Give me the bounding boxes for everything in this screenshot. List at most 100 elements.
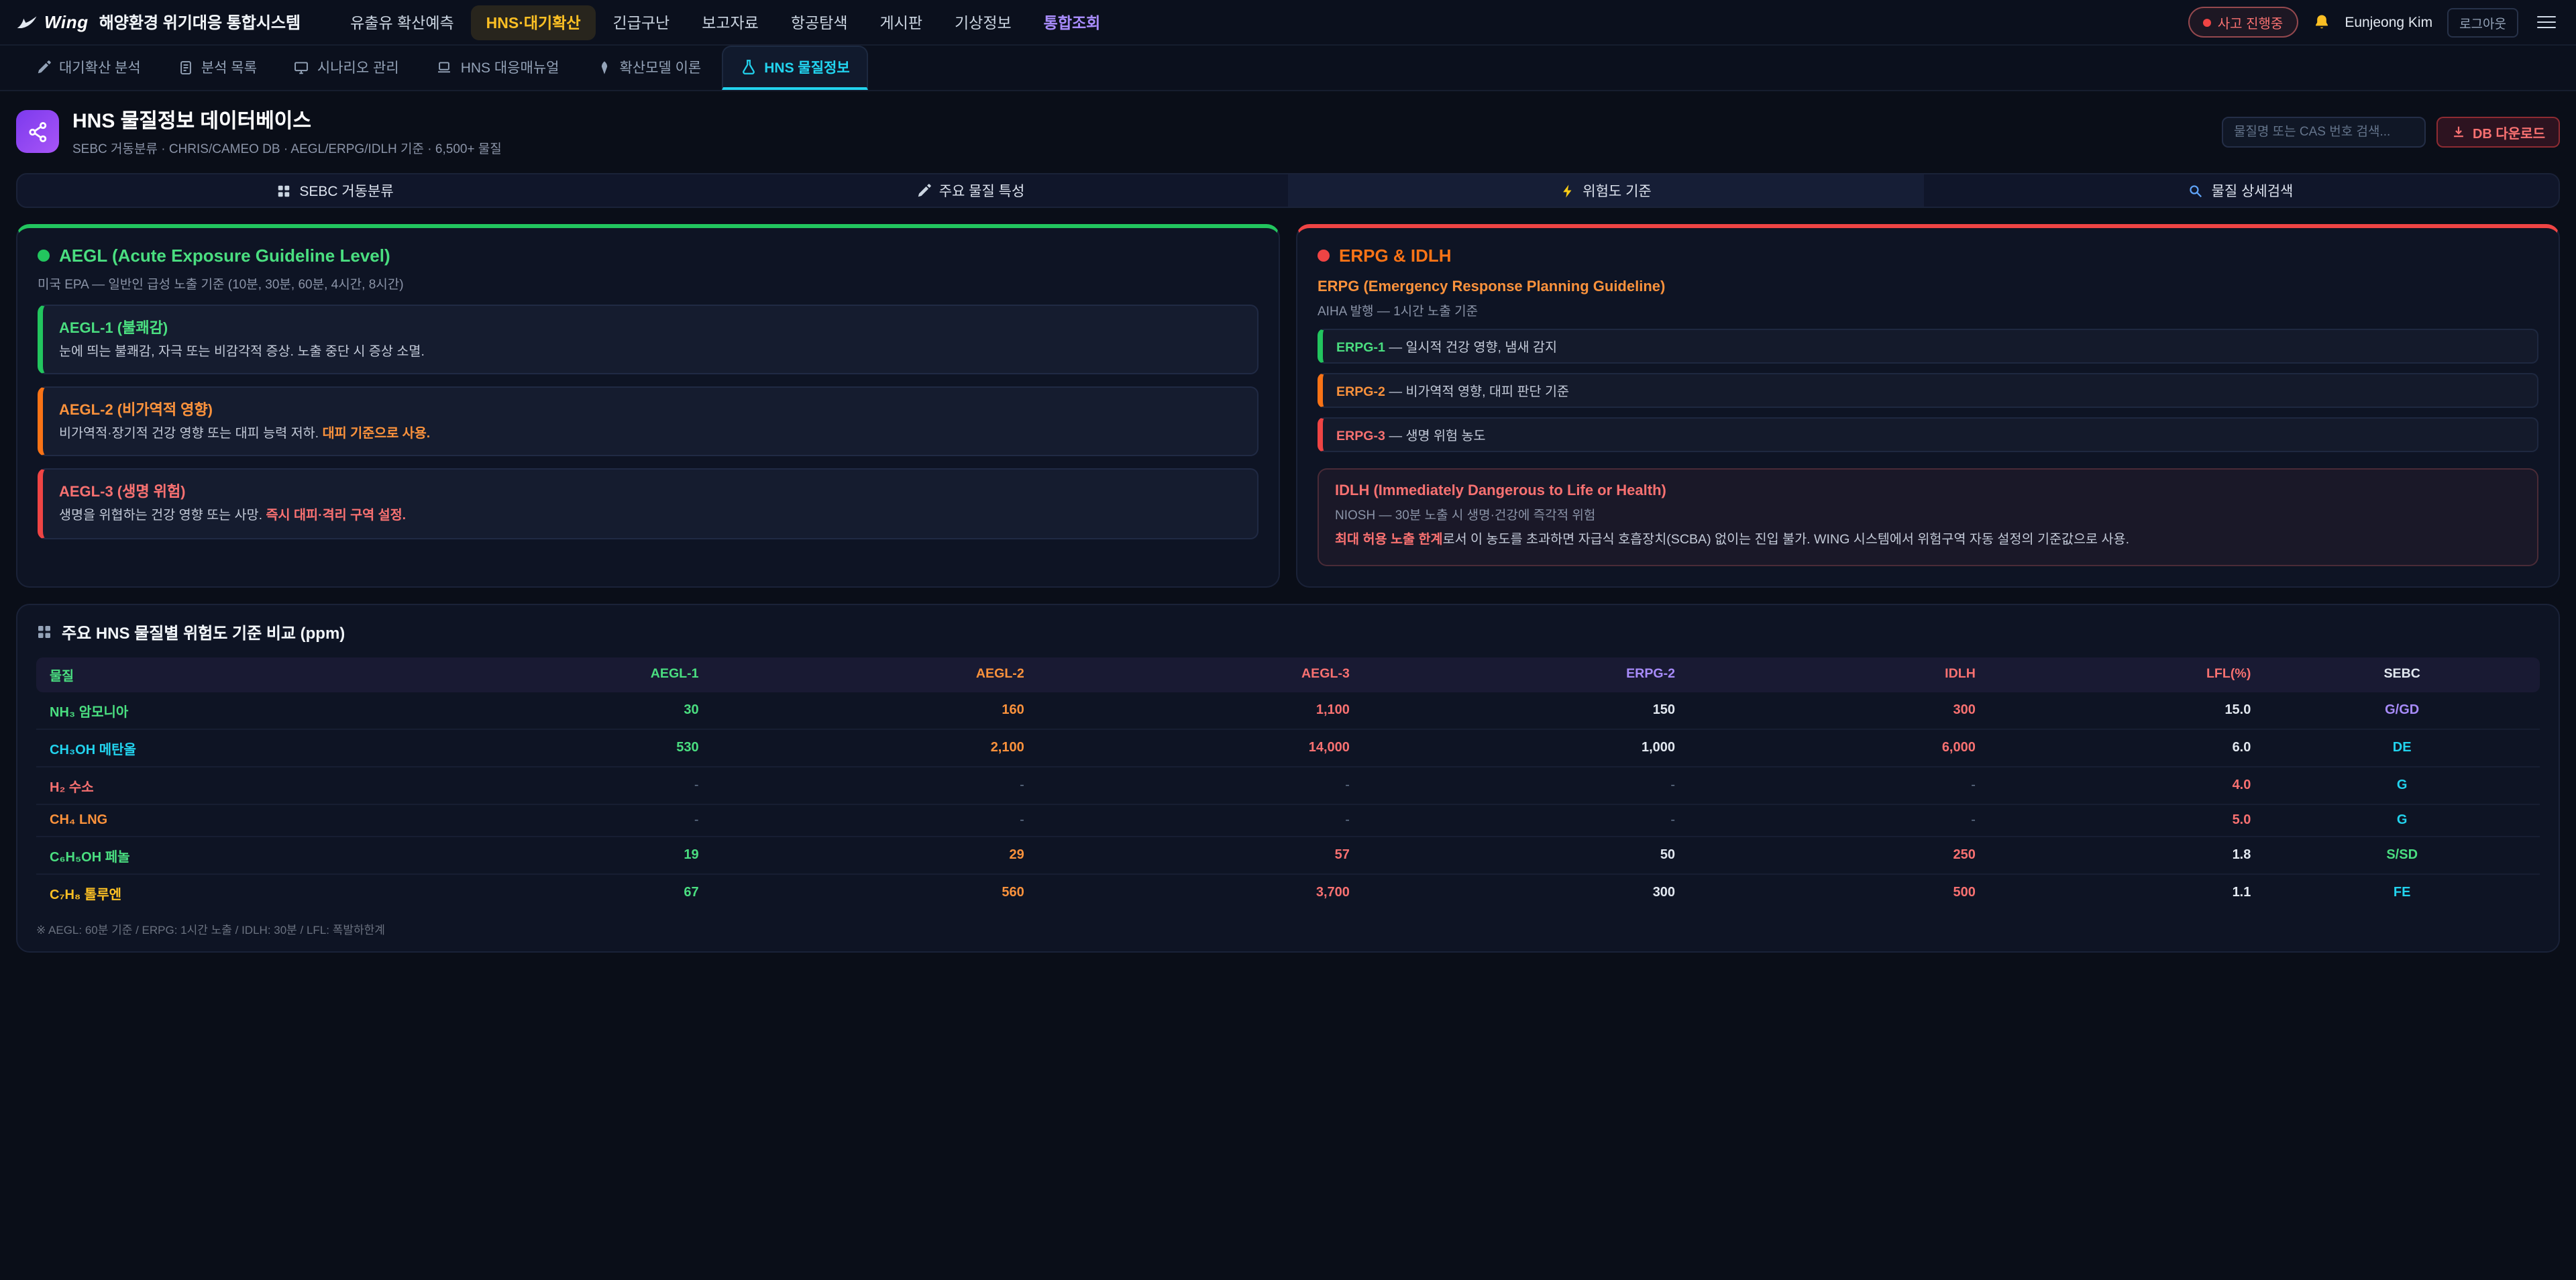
top-navigation: Wing 해양환경 위기대응 통합시스템 유출유 확산예측 HNS·대기확산 긴… — [0, 0, 2576, 46]
aegl-panel-subtitle: 미국 EPA — 일반인 급성 노출 기준 (10분, 30분, 60분, 4시… — [38, 274, 1258, 292]
table-header-row: 물질 AEGL-1 AEGL-2 AEGL-3 ERPG-2 IDLH LFL(… — [36, 657, 2540, 692]
cell-aegl1: 67 — [412, 873, 712, 910]
cell-sebc: G — [2264, 766, 2540, 804]
logo-text: Wing — [44, 12, 89, 32]
section-tab-sebc-classification[interactable]: SEBC 거동분류 — [17, 174, 653, 207]
wing-logo-icon — [16, 14, 38, 30]
cell-erpg2: - — [1363, 804, 1688, 836]
cell-idlh: 300 — [1688, 692, 1989, 729]
cell-idlh: 6,000 — [1688, 729, 1989, 766]
col-header-substance: 물질 — [36, 657, 412, 692]
nav-item-aerial-search[interactable]: 항공탐색 — [776, 5, 863, 40]
substance-search-input[interactable] — [2222, 116, 2426, 147]
user-name: Eunjeong Kim — [2345, 14, 2432, 30]
cell-aegl3: 57 — [1038, 836, 1363, 873]
page-header-actions: DB 다운로드 — [2222, 116, 2560, 147]
notification-bell-icon[interactable] — [2312, 13, 2330, 31]
logout-button[interactable]: 로그아웃 — [2447, 7, 2518, 37]
tab-label: 시나리오 관리 — [317, 58, 399, 78]
cell-sebc: S/SD — [2264, 836, 2540, 873]
app-root: Wing 해양환경 위기대응 통합시스템 유출유 확산예측 HNS·대기확산 긴… — [0, 0, 2576, 1280]
database-icon — [16, 110, 59, 153]
nav-item-weather-info[interactable]: 기상정보 — [940, 5, 1026, 40]
aegl-panel: AEGL (Acute Exposure Guideline Level) 미국… — [16, 224, 1280, 587]
pencil-icon — [36, 60, 51, 75]
aegl-level-name: AEGL-3 (생명 위험) — [59, 481, 1241, 502]
nav-item-oil-spill-prediction[interactable]: 유출유 확산예측 — [335, 5, 469, 40]
main-nav: 유출유 확산예측 HNS·대기확산 긴급구난 보고자료 항공탐색 게시판 기상정… — [335, 5, 1115, 40]
cell-aegl2: - — [712, 804, 1038, 836]
sub-tab-bar: 대기확산 분석 분석 목록 시나리오 관리 HNS 대응매뉴얼 확산모델 이론 … — [0, 46, 2576, 91]
cell-aegl1: - — [412, 766, 712, 804]
download-icon — [2451, 124, 2466, 139]
nav-item-hns-atmospheric[interactable]: HNS·대기확산 — [472, 5, 596, 40]
idlh-card: IDLH (Immediately Dangerous to Life or H… — [1318, 468, 2538, 566]
section-tab-detail-search[interactable]: 물질 상세검색 — [1923, 174, 2559, 207]
erpg-level-3-card: ERPG-3 — 생명 위험 농도 — [1318, 417, 2538, 452]
cell-aegl2: - — [712, 766, 1038, 804]
section-tab-risk-criteria[interactable]: 위험도 기준 — [1288, 174, 1923, 207]
pen-nib-icon — [596, 60, 611, 75]
aegl-level-name: AEGL-1 (불쾌감) — [59, 317, 1241, 338]
cell-lfl: 4.0 — [1989, 766, 2265, 804]
col-header-lfl: LFL(%) — [1989, 657, 2265, 692]
tab-hns-substance-info[interactable]: HNS 물질정보 — [721, 46, 868, 90]
nav-item-integrated-search[interactable]: 통합조회 — [1029, 5, 1116, 40]
section-tab-strip: SEBC 거동분류 주요 물질 특성 위험도 기준 물질 상세검색 — [16, 173, 2560, 208]
cell-aegl2: 2,100 — [712, 729, 1038, 766]
aegl-level-desc: 생명을 위협하는 건강 영향 또는 사망. 즉시 대피·격리 구역 설정. — [59, 508, 1241, 527]
section-tab-label: 주요 물질 특성 — [939, 180, 1025, 201]
nav-item-board[interactable]: 게시판 — [865, 5, 938, 40]
aegl-level-1-card: AEGL-1 (불쾌감) 눈에 띄는 불쾌감, 자극 또는 비감각적 증상. 노… — [38, 305, 1258, 374]
nav-item-emergency-rescue[interactable]: 긴급구난 — [598, 5, 685, 40]
table-icon — [36, 624, 52, 640]
aegl-level-2-card: AEGL-2 (비가역적 영향) 비가역적·장기적 건강 영향 또는 대피 능력… — [38, 386, 1258, 456]
tab-diffusion-model-theory[interactable]: 확산모델 이론 — [579, 46, 718, 90]
tab-atmospheric-analysis[interactable]: 대기확산 분석 — [19, 46, 158, 90]
section-tab-label: 물질 상세검색 — [2212, 180, 2294, 201]
col-header-aegl3: AEGL-3 — [1038, 657, 1363, 692]
tab-analysis-list[interactable]: 분석 목록 — [161, 46, 274, 90]
col-header-sebc: SEBC — [2264, 657, 2540, 692]
section-tab-substance-properties[interactable]: 주요 물질 특성 — [653, 174, 1288, 207]
cell-idlh: - — [1688, 766, 1989, 804]
table-row-toluene: C₇H₈ 톨루엔 67 560 3,700 300 500 1.1 FE — [36, 873, 2540, 910]
page-subtitle: SEBC 거동분류 · CHRIS/CAMEO DB · AEGL/ERPG/I… — [72, 138, 502, 157]
db-download-button[interactable]: DB 다운로드 — [2436, 116, 2560, 147]
cell-aegl2: 560 — [712, 873, 1038, 910]
page-header: HNS 물질정보 데이터베이스 SEBC 거동분류 · CHRIS/CAMEO … — [0, 91, 2576, 169]
tab-label: 대기확산 분석 — [59, 58, 141, 78]
comparison-table-card: 주요 HNS 물질별 위험도 기준 비교 (ppm) 물질 AEGL-1 AEG… — [16, 603, 2560, 952]
cell-aegl3: 14,000 — [1038, 729, 1363, 766]
page-title-block: HNS 물질정보 데이터베이스 SEBC 거동분류 · CHRIS/CAMEO … — [72, 106, 502, 157]
brand-title: 해양환경 위기대응 통합시스템 — [99, 11, 301, 34]
aegl-level-desc: 비가역적·장기적 건강 영향 또는 대피 능력 저하. 대피 기준으로 사용. — [59, 425, 1241, 444]
aegl-level-name: AEGL-2 (비가역적 영향) — [59, 398, 1241, 420]
tab-hns-response-manual[interactable]: HNS 대응매뉴얼 — [419, 46, 577, 90]
erpg-level-2-card: ERPG-2 — 비가역적 영향, 대피 판단 기준 — [1318, 373, 2538, 408]
erpg-idlh-panel: ERPG & IDLH ERPG (Emergency Response Pla… — [1296, 224, 2560, 587]
cell-idlh: - — [1688, 804, 1989, 836]
table-row-methanol: CH₃OH 메탄올 530 2,100 14,000 1,000 6,000 6… — [36, 729, 2540, 766]
table-row-lng: CH₄ LNG - - - - - 5.0 G — [36, 804, 2540, 836]
incident-dot-icon — [2203, 18, 2211, 26]
table-footnote: ※ AEGL: 60분 기준 / ERPG: 1시간 노출 / IDLH: 30… — [36, 921, 2540, 937]
nav-item-reports[interactable]: 보고자료 — [687, 5, 773, 40]
cell-aegl3: 3,700 — [1038, 873, 1363, 910]
search-icon — [2189, 183, 2204, 198]
substance-name: NH₃ 암모니아 — [36, 692, 412, 729]
table-row-hydrogen: H₂ 수소 - - - - - 4.0 G — [36, 766, 2540, 804]
section-tab-label: 위험도 기준 — [1582, 180, 1651, 201]
lightning-icon — [1560, 183, 1574, 198]
substance-name: H₂ 수소 — [36, 766, 412, 804]
erpg-subtitle: AIHA 발행 — 1시간 노출 기준 — [1318, 301, 2538, 319]
tab-scenario-management[interactable]: 시나리오 관리 — [277, 46, 417, 90]
cell-sebc: DE — [2264, 729, 2540, 766]
tab-label: HNS 대응매뉴얼 — [461, 58, 559, 78]
menu-icon[interactable] — [2533, 11, 2560, 33]
cell-lfl: 1.8 — [1989, 836, 2265, 873]
flask-icon — [740, 59, 756, 75]
brand[interactable]: Wing 해양환경 위기대응 통합시스템 — [16, 11, 301, 34]
cell-erpg2: - — [1363, 766, 1688, 804]
cell-lfl: 5.0 — [1989, 804, 2265, 836]
